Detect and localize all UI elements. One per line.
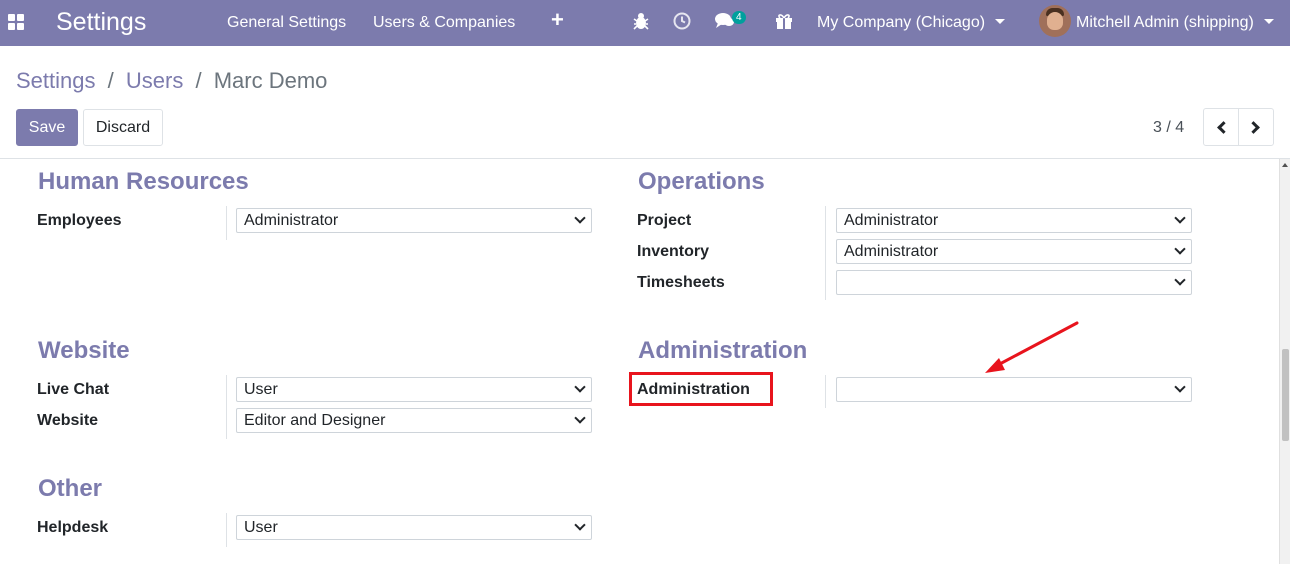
field-label-website: Website (37, 412, 99, 429)
avatar[interactable] (1039, 5, 1071, 37)
live-chat-select[interactable]: User (236, 377, 592, 402)
company-switcher[interactable]: My Company (Chicago) (817, 13, 1006, 33)
field-separator (226, 513, 227, 547)
breadcrumb-current: Marc Demo (213, 68, 328, 93)
group-title-administration: Administration (638, 337, 808, 364)
chevron-down-icon (574, 212, 586, 224)
field-label-timesheets: Timesheets (637, 274, 725, 291)
pager-previous-button[interactable] (1203, 108, 1239, 146)
annotation-highlight-box (629, 372, 773, 406)
menu-general-settings[interactable]: General Settings (227, 13, 346, 33)
plus-icon[interactable]: + (551, 9, 564, 31)
field-label-project: Project (637, 212, 692, 229)
breadcrumb-settings[interactable]: Settings (16, 68, 96, 93)
annotation-arrow-icon (985, 321, 1079, 373)
field-label-helpdesk: Helpdesk (37, 519, 109, 536)
field-separator (825, 375, 826, 408)
menu-users-companies[interactable]: Users & Companies (373, 13, 515, 33)
app-title[interactable]: Settings (56, 7, 146, 37)
user-name: Mitchell Admin (shipping) (1076, 14, 1254, 31)
administration-select[interactable] (836, 377, 1192, 402)
field-label-live-chat: Live Chat (37, 381, 110, 398)
field-separator (226, 375, 227, 439)
chevron-down-icon (995, 19, 1006, 24)
select-value: Administrator (844, 243, 939, 260)
field-label-inventory: Inventory (637, 243, 710, 260)
group-title-other: Other (38, 475, 103, 502)
scroll-up-icon[interactable] (1282, 163, 1288, 167)
chevron-down-icon (1174, 381, 1186, 393)
user-menu[interactable]: Mitchell Admin (shipping) (1076, 13, 1274, 33)
pager-next-button[interactable] (1238, 108, 1274, 146)
top-navbar: Settings General Settings Users & Compan… (0, 0, 1290, 46)
select-value: User (244, 381, 278, 398)
scrollbar[interactable] (1279, 159, 1290, 564)
website-select[interactable]: Editor and Designer (236, 408, 592, 433)
field-separator (825, 206, 826, 300)
clock-icon[interactable] (673, 12, 691, 32)
chevron-left-icon (1217, 121, 1230, 134)
project-select[interactable]: Administrator (836, 208, 1192, 233)
group-title-operations: Operations (638, 168, 765, 195)
group-title-human-resources: Human Resources (38, 168, 249, 195)
employees-select[interactable]: Administrator (236, 208, 592, 233)
select-value: Administrator (844, 212, 939, 229)
select-value: Editor and Designer (244, 412, 386, 429)
timesheets-select[interactable] (836, 270, 1192, 295)
chevron-down-icon (574, 412, 586, 424)
pager-value: 3 / 4 (1153, 119, 1185, 136)
field-label-employees: Employees (37, 212, 122, 229)
save-button[interactable]: Save (16, 109, 78, 146)
helpdesk-select[interactable]: User (236, 515, 592, 540)
chevron-down-icon (1174, 212, 1186, 224)
chevron-down-icon (574, 381, 586, 393)
messages-badge: 4 (732, 11, 746, 24)
select-value: Administrator (244, 212, 339, 229)
breadcrumb-separator: / (107, 68, 114, 93)
inventory-select[interactable]: Administrator (836, 239, 1192, 264)
chevron-right-icon (1247, 121, 1260, 134)
chevron-down-icon (574, 519, 586, 531)
breadcrumb: Settings / Users / Marc Demo (16, 68, 327, 94)
chevron-down-icon (1174, 243, 1186, 255)
bug-icon[interactable] (633, 12, 649, 32)
group-title-website: Website (38, 337, 130, 364)
chevron-down-icon (1263, 19, 1274, 24)
chevron-down-icon (1174, 274, 1186, 286)
breadcrumb-users[interactable]: Users (126, 68, 183, 93)
control-panel-divider (0, 158, 1290, 159)
breadcrumb-separator: / (195, 68, 202, 93)
field-separator (226, 206, 227, 240)
apps-menu-icon[interactable] (8, 14, 26, 32)
gift-icon[interactable] (775, 12, 793, 32)
select-value: User (244, 519, 278, 536)
company-name: My Company (Chicago) (817, 14, 986, 31)
scroll-thumb[interactable] (1282, 349, 1289, 441)
discard-button[interactable]: Discard (83, 109, 163, 146)
